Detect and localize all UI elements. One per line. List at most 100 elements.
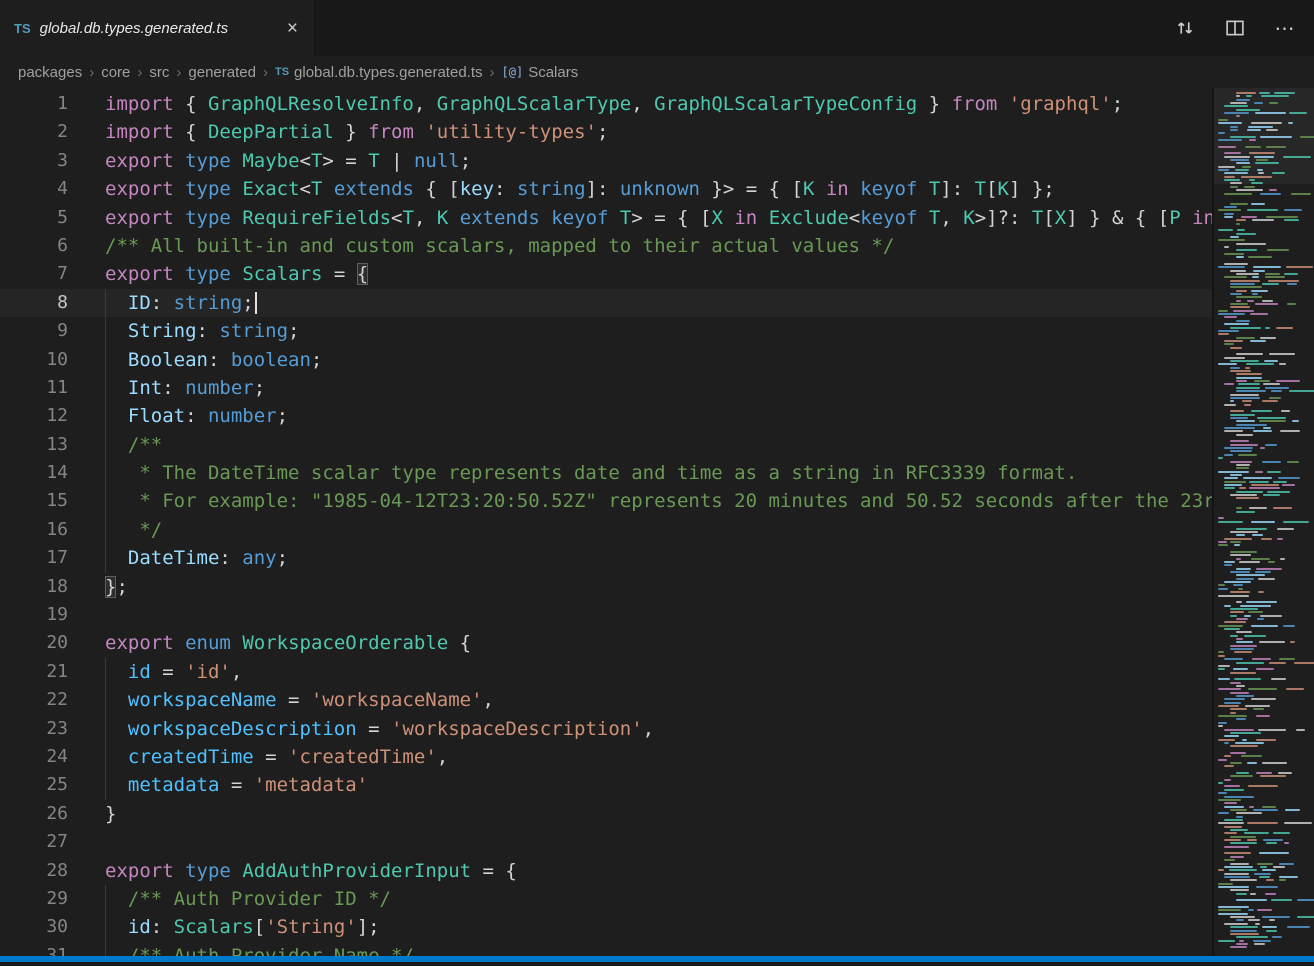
close-tab-icon[interactable]: × (283, 17, 302, 40)
line-number[interactable]: 9 (0, 317, 68, 345)
code-line[interactable]: 8 ID: string; (0, 289, 1212, 317)
code-token (231, 632, 242, 654)
minimap-segment (1252, 534, 1263, 536)
code-line[interactable]: 10 Boolean: boolean; (0, 346, 1212, 374)
code-line[interactable]: 27 (0, 828, 1212, 856)
line-number[interactable]: 8 (0, 289, 68, 317)
line-number[interactable]: 30 (0, 913, 68, 941)
line-number[interactable]: 2 (0, 118, 68, 146)
line-number[interactable]: 11 (0, 374, 68, 402)
minimap-segment (1224, 826, 1242, 828)
split-editor-icon[interactable] (1224, 17, 1246, 39)
line-number[interactable]: 10 (0, 346, 68, 374)
line-number[interactable]: 15 (0, 487, 68, 515)
line-number[interactable]: 29 (0, 885, 68, 913)
breadcrumb-item-global-db-types-generated-ts[interactable]: TSglobal.db.types.generated.ts (275, 64, 483, 81)
minimap-segment (1218, 725, 1223, 727)
line-number[interactable]: 23 (0, 715, 68, 743)
minimap-segment (1218, 722, 1227, 724)
code-lines[interactable]: 1import { GraphQLResolveInfo, GraphQLSca… (0, 88, 1212, 956)
code-line[interactable]: 7export type Scalars = { (0, 260, 1212, 288)
code-token (849, 178, 860, 200)
breadcrumb-item-generated[interactable]: generated (188, 64, 256, 81)
code-line[interactable]: 6/** All built-in and custom scalars, ma… (0, 232, 1212, 260)
code-line[interactable]: 2import { DeepPartial } from 'utility-ty… (0, 118, 1212, 146)
line-number[interactable]: 22 (0, 686, 68, 714)
line-number[interactable]: 31 (0, 942, 68, 956)
tab-global-db-types-generated[interactable]: TS global.db.types.generated.ts × (0, 0, 314, 56)
code-token: string (174, 292, 243, 314)
line-number[interactable]: 17 (0, 544, 68, 572)
code-line[interactable]: 26} (0, 800, 1212, 828)
code-line[interactable]: 30 id: Scalars['String']; (0, 913, 1212, 941)
code-line[interactable]: 20export enum WorkspaceOrderable { (0, 629, 1212, 657)
line-number[interactable]: 18 (0, 573, 68, 601)
minimap-segment (1224, 538, 1252, 540)
line-number[interactable]: 24 (0, 743, 68, 771)
code-line[interactable]: 14 * The DateTime scalar type represents… (0, 459, 1212, 487)
code-line[interactable]: 17 DateTime: any; (0, 544, 1212, 572)
code-line[interactable]: 21 id = 'id', (0, 658, 1212, 686)
code-line[interactable]: 16 */ (0, 516, 1212, 544)
line-number[interactable]: 26 (0, 800, 68, 828)
line-number[interactable]: 6 (0, 232, 68, 260)
code-line[interactable]: 11 Int: number; (0, 374, 1212, 402)
code-token: /** (105, 434, 162, 456)
code-line[interactable]: 15 * For example: "1985-04-12T23:20:50.5… (0, 487, 1212, 515)
line-number[interactable]: 5 (0, 204, 68, 232)
code-token: X (711, 207, 722, 229)
code-line[interactable]: 25 metadata = 'metadata' (0, 771, 1212, 799)
code-token: : (162, 377, 185, 399)
breadcrumb-label: packages (18, 64, 82, 81)
code-line[interactable]: 13 /** (0, 431, 1212, 459)
code-line[interactable]: 31 /** Auth Provider Name */ (0, 942, 1212, 956)
line-number[interactable]: 20 (0, 629, 68, 657)
code-line[interactable]: 3export type Maybe<T> = T | null; (0, 147, 1212, 175)
line-number[interactable]: 27 (0, 828, 68, 856)
code-token: Scalars (174, 916, 254, 938)
minimap-segment (1236, 109, 1260, 111)
line-number[interactable]: 7 (0, 260, 68, 288)
minimap-segment (1262, 400, 1277, 402)
minimap-segment (1218, 822, 1244, 824)
minimap[interactable] (1212, 88, 1314, 956)
line-number[interactable]: 12 (0, 402, 68, 430)
minimap-segment (1230, 732, 1261, 734)
breadcrumb-item-packages[interactable]: packages (18, 64, 82, 81)
code-line[interactable]: 4export type Exact<T extends { [key: str… (0, 175, 1212, 203)
code-line[interactable]: 22 workspaceName = 'workspaceName', (0, 686, 1212, 714)
code-line[interactable]: 1import { GraphQLResolveInfo, GraphQLSca… (0, 90, 1212, 118)
line-number[interactable]: 16 (0, 516, 68, 544)
line-number[interactable]: 3 (0, 147, 68, 175)
code-line[interactable]: 29 /** Auth Provider ID */ (0, 885, 1212, 913)
code-token (174, 150, 185, 172)
more-actions-icon[interactable]: ⋯ (1274, 17, 1296, 39)
code-line[interactable]: 23 workspaceDescription = 'workspaceDesc… (0, 715, 1212, 743)
code-token: Float (105, 405, 185, 427)
minimap-segment (1249, 481, 1269, 483)
code-line[interactable]: 12 Float: number; (0, 402, 1212, 430)
line-number[interactable]: 28 (0, 857, 68, 885)
minimap-segment (1230, 293, 1242, 295)
line-number[interactable]: 19 (0, 601, 68, 629)
breadcrumb-item-scalars[interactable]: [@]Scalars (502, 64, 579, 81)
minimap-segment (1277, 528, 1293, 530)
minimap-segment (1264, 360, 1278, 362)
breadcrumb-item-src[interactable]: src (149, 64, 169, 81)
code-token: export (105, 263, 174, 285)
code-line[interactable]: 18}; (0, 573, 1212, 601)
line-number[interactable]: 13 (0, 431, 68, 459)
minimap-segment (1218, 119, 1228, 121)
line-number[interactable]: 14 (0, 459, 68, 487)
code-line[interactable]: 28export type AddAuthProviderInput = { (0, 857, 1212, 885)
line-number[interactable]: 21 (0, 658, 68, 686)
open-changes-icon[interactable] (1174, 17, 1196, 39)
code-line[interactable]: 9 String: string; (0, 317, 1212, 345)
code-line[interactable]: 5export type RequireFields<T, K extends … (0, 204, 1212, 232)
line-number[interactable]: 1 (0, 90, 68, 118)
line-number[interactable]: 25 (0, 771, 68, 799)
line-number[interactable]: 4 (0, 175, 68, 203)
code-line[interactable]: 19 (0, 601, 1212, 629)
breadcrumb-item-core[interactable]: core (101, 64, 130, 81)
code-line[interactable]: 24 createdTime = 'createdTime', (0, 743, 1212, 771)
